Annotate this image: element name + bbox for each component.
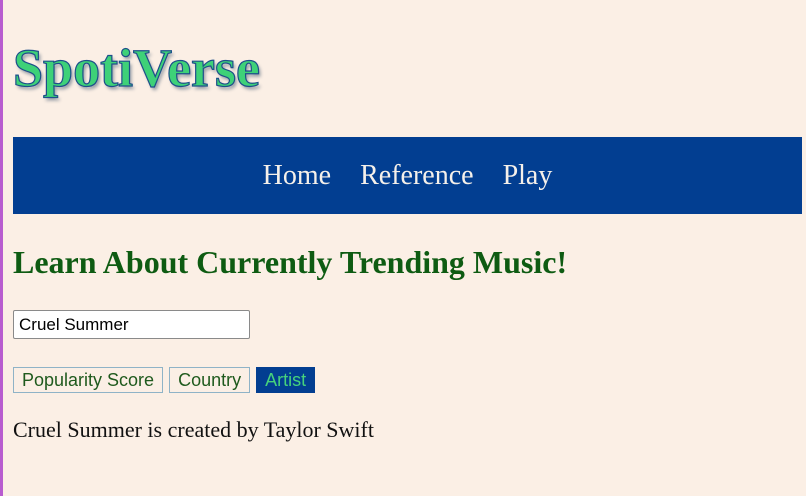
result-text: Cruel Summer is created by Taylor Swift	[13, 417, 374, 442]
song-search-input[interactable]	[13, 310, 250, 339]
nav-link-reference[interactable]: Reference	[360, 160, 473, 192]
site-logo: SpotiVerse	[12, 37, 261, 98]
page-title: Learn About Currently Trending Music!	[13, 244, 568, 280]
main-navbar: Home Reference Play	[13, 137, 802, 214]
popularity-score-button[interactable]: Popularity Score	[13, 367, 164, 393]
country-button[interactable]: Country	[169, 367, 251, 393]
nav-link-play[interactable]: Play	[503, 160, 553, 192]
info-button-group: Popularity Score Country Artist	[13, 367, 316, 393]
artist-button[interactable]: Artist	[256, 367, 316, 393]
nav-link-home[interactable]: Home	[263, 160, 331, 192]
